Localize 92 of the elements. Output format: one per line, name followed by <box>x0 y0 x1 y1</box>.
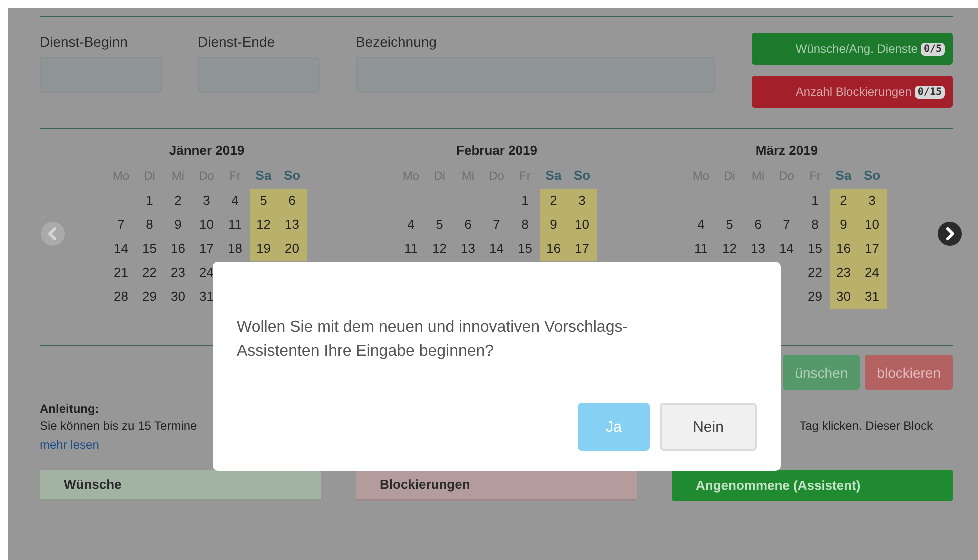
calendar-day[interactable]: 14 <box>107 237 136 261</box>
calendar-day[interactable]: 29 <box>136 285 164 309</box>
month-title: Jänner 2019 <box>168 143 246 160</box>
calendar-day[interactable]: 16 <box>164 237 192 261</box>
field-label: Bezeichnung <box>356 33 438 52</box>
calendar-day[interactable]: 23 <box>830 261 858 285</box>
calendar-day[interactable]: 30 <box>164 285 192 309</box>
weekday-label: Sa <box>834 167 853 185</box>
weekday-label: So <box>572 167 592 185</box>
calendar-day[interactable]: 3 <box>192 189 221 213</box>
weekday-label: Sa <box>544 167 563 185</box>
calendar-day[interactable]: 22 <box>136 261 164 285</box>
calendar-day[interactable]: 14 <box>482 237 511 261</box>
field-label: Dienst-Ende <box>198 33 276 52</box>
month-title: Februar 2019 <box>456 143 538 160</box>
field-label: Dienst-Beginn <box>40 33 129 52</box>
calendar-day[interactable]: 15 <box>801 237 830 261</box>
calendar-day[interactable]: 9 <box>164 213 192 237</box>
calendar-day[interactable]: 11 <box>397 237 426 261</box>
calendar-day[interactable]: 14 <box>772 237 801 261</box>
calendar-day[interactable]: 7 <box>772 213 801 237</box>
calendar-day[interactable]: 5 <box>250 189 278 213</box>
dialog-button[interactable]: Nein <box>660 403 757 451</box>
calendar-day[interactable]: 8 <box>801 213 830 237</box>
calendar-day[interactable]: 1 <box>136 189 164 213</box>
calendar-day[interactable]: 4 <box>397 213 426 237</box>
calendar-day[interactable]: 6 <box>278 189 306 213</box>
calendar-day[interactable]: 4 <box>221 189 250 213</box>
calendar-day[interactable]: 30 <box>830 285 858 309</box>
calendar-day[interactable]: 13 <box>744 237 772 261</box>
calendar-day[interactable]: 17 <box>568 237 596 261</box>
instructions-heading: Anleitung: <box>40 402 100 418</box>
calendar-day[interactable]: 21 <box>107 261 136 285</box>
calendar-day[interactable]: 31 <box>858 285 886 309</box>
calendar-day[interactable]: 28 <box>107 285 136 309</box>
weekday-label: So <box>282 167 302 185</box>
dialog-message: Wollen Sie mit dem neuen und innovativen Vorschlags-Assistenten Ihre Eingabe beginnen? <box>237 318 630 362</box>
weekday-label: So <box>862 167 882 185</box>
calendar-day[interactable]: 3 <box>568 189 596 213</box>
legend-bar: Blockierungen <box>356 470 637 501</box>
calendar-day[interactable]: 9 <box>830 213 858 237</box>
calendar-day[interactable]: 16 <box>540 237 568 261</box>
calendar-day[interactable]: 1 <box>801 189 830 213</box>
calendar-day[interactable]: 16 <box>830 237 858 261</box>
calendar-day[interactable]: 10 <box>858 213 886 237</box>
count-badge: 0/15 <box>914 86 945 98</box>
calendar-day[interactable]: 15 <box>511 237 540 261</box>
calendar-day[interactable]: 23 <box>164 261 192 285</box>
calendar-day[interactable]: 10 <box>568 213 596 237</box>
instructions-text: Tag klicken. Dieser Block <box>800 418 933 434</box>
calendar-day[interactable]: 13 <box>454 237 482 261</box>
calendar-day[interactable]: 15 <box>136 237 164 261</box>
calendar-day[interactable]: 13 <box>278 213 306 237</box>
calendar-day[interactable]: 6 <box>454 213 482 237</box>
calendar-day[interactable]: 17 <box>858 237 886 261</box>
calendar-day[interactable]: 11 <box>687 237 716 261</box>
legend-bar: Angenommene (Assistent) <box>672 470 953 501</box>
calendar-day[interactable]: 22 <box>801 261 830 285</box>
read-more-link[interactable]: mehr lesen <box>40 438 100 452</box>
weekday-label: Sa <box>254 167 273 185</box>
calendar-day[interactable]: 4 <box>687 213 716 237</box>
calendar-day[interactable]: 12 <box>426 237 454 261</box>
calendar-day[interactable]: 2 <box>540 189 568 213</box>
calendar-day[interactable]: 12 <box>250 213 278 237</box>
calendar-day[interactable]: 8 <box>136 213 164 237</box>
calendar-day[interactable]: 8 <box>511 213 540 237</box>
chevron-right-icon[interactable] <box>938 222 962 246</box>
calendar-day[interactable]: 1 <box>511 189 540 213</box>
calendar-day[interactable]: 2 <box>830 189 858 213</box>
calendar-day[interactable]: 10 <box>192 213 221 237</box>
calendar-day[interactable]: 7 <box>107 213 136 237</box>
calendar-day[interactable]: 24 <box>858 261 886 285</box>
calendar-day[interactable]: 17 <box>192 237 221 261</box>
counter-button[interactable]: Anzahl Blockierungen 0/15 <box>752 76 953 108</box>
calendar-day[interactable]: 2 <box>164 189 192 213</box>
calendar-day[interactable]: 3 <box>858 189 886 213</box>
calendar-day[interactable]: 7 <box>482 213 511 237</box>
calendar-day[interactable]: 19 <box>250 237 278 261</box>
calendar-day[interactable]: 11 <box>221 213 250 237</box>
calendar-day[interactable]: 18 <box>221 237 250 261</box>
calendar-day[interactable]: 12 <box>716 237 744 261</box>
calendar-day[interactable]: 5 <box>716 213 744 237</box>
calendar-day[interactable]: 20 <box>278 237 306 261</box>
calendar-day[interactable]: 5 <box>426 213 454 237</box>
month-title: März 2019 <box>754 143 820 160</box>
calendar-day[interactable]: 6 <box>744 213 772 237</box>
calendar-day[interactable]: 29 <box>801 285 830 309</box>
count-badge: 0/5 <box>920 42 945 56</box>
calendar-day[interactable]: 9 <box>540 213 568 237</box>
counter-button[interactable]: Wünsche/Ang. Dienste 0/5 <box>752 33 953 65</box>
legend-bar: Wünsche <box>40 470 321 501</box>
instructions-text: Sie können bis zu 15 Termine <box>40 418 198 434</box>
